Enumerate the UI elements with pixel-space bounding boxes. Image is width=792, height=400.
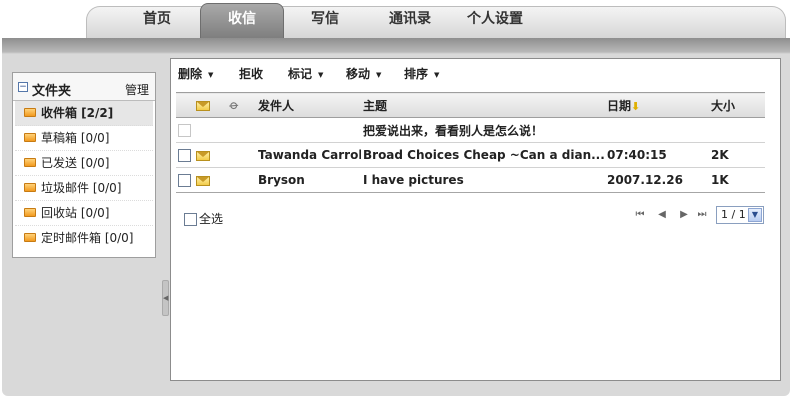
tab-inbox[interactable]: 收信 — [200, 3, 284, 40]
delete-label: 删除 — [178, 67, 203, 81]
row-subject[interactable]: 把爱说出来，看看别人是怎么说！ — [361, 117, 605, 143]
row-attachment-cell — [228, 142, 256, 168]
sort-button[interactable]: 排序 ▼ — [404, 65, 439, 82]
header-attachment-cell[interactable]: ⌀ — [226, 92, 256, 118]
table-row[interactable]: 把爱说出来，看看别人是怎么说！ — [176, 117, 765, 143]
folder-icon — [24, 183, 36, 192]
header-checkbox-cell — [176, 92, 194, 118]
tab-home[interactable]: 首页 — [118, 6, 196, 38]
folder-label: 定时邮件箱 [0/0] — [41, 231, 134, 245]
mark-button[interactable]: 标记 ▼ — [288, 65, 323, 82]
folder-inbox[interactable]: 收件箱 [2/2] — [15, 101, 153, 126]
move-label: 移动 — [346, 67, 371, 81]
prev-page-icon[interactable]: ◀ — [656, 209, 668, 221]
mark-label: 标记 — [288, 67, 313, 81]
row-read-cell — [194, 117, 228, 143]
row-subject[interactable]: Broad Choices Cheap ~Can a dian...... — [361, 142, 605, 168]
table-row[interactable]: Bryson I have pictures 2007.12.26 1K — [176, 167, 765, 193]
top-nav: 首页 收信 写信 通讯录 个人设置 — [0, 0, 792, 40]
folder-trash[interactable]: 回收站 [0/0] — [15, 201, 153, 226]
move-button[interactable]: 移动 ▼ — [346, 65, 381, 82]
folder-icon — [24, 233, 36, 242]
row-checkbox[interactable] — [178, 149, 191, 162]
row-date: 07:40:15 — [605, 142, 709, 168]
header-date[interactable]: 日期⬇ — [605, 92, 709, 118]
tab-compose[interactable]: 写信 — [290, 6, 360, 38]
folder-scheduled[interactable]: 定时邮件箱 [0/0] — [15, 226, 153, 251]
chevron-down-icon[interactable]: ▼ — [748, 208, 762, 222]
minus-box-icon[interactable]: − — [18, 82, 28, 92]
sort-label: 排序 — [404, 67, 429, 81]
select-all-control[interactable]: 全选 — [184, 210, 223, 227]
row-checkbox-cell — [176, 142, 194, 168]
pagination: ⏮ ◀ ▶ ⏭ 1 / 1 ▼ — [634, 206, 764, 224]
row-date — [605, 117, 709, 143]
row-size — [709, 117, 765, 143]
row-sender: Bryson — [256, 167, 361, 193]
mail-table: ⌀ 发件人 主题 日期⬇ 大小 把爱说出来，看看别人是怎么说！ Tawanda … — [176, 92, 765, 193]
folder-label: 草稿箱 [0/0] — [41, 131, 110, 145]
mail-list-panel: 删除 ▼ 拒收 标记 ▼ 移动 ▼ 排序 ▼ ⌀ 发件人 主题 日期⬇ 大小 把… — [170, 58, 781, 381]
header-read-cell[interactable] — [194, 92, 228, 118]
folder-label: 回收站 [0/0] — [41, 206, 110, 220]
chevron-down-icon: ▼ — [318, 70, 324, 79]
first-page-icon[interactable]: ⏮ — [634, 209, 646, 221]
folder-drafts[interactable]: 草稿箱 [0/0] — [15, 126, 153, 151]
folder-label: 已发送 [0/0] — [41, 156, 110, 170]
select-all-label: 全选 — [199, 212, 224, 226]
folder-icon — [24, 133, 36, 142]
table-row[interactable]: Tawanda Carroll Broad Choices Cheap ~Can… — [176, 142, 765, 168]
page-select-value: 1 / 1 — [721, 208, 746, 221]
next-page-icon[interactable]: ▶ — [678, 209, 690, 221]
row-sender: Tawanda Carroll — [256, 142, 361, 168]
row-sender — [256, 117, 361, 143]
row-subject[interactable]: I have pictures — [361, 167, 605, 193]
select-all-checkbox[interactable] — [184, 213, 197, 226]
chevron-left-icon: ◀ — [163, 294, 169, 302]
header-size[interactable]: 大小 — [709, 92, 765, 118]
reject-button[interactable]: 拒收 — [239, 65, 263, 82]
folder-label: 收件箱 [2/2] — [41, 106, 114, 120]
row-size: 2K — [709, 142, 765, 168]
chevron-down-icon: ▼ — [434, 70, 440, 79]
folder-panel: − 文件夹 管理 收件箱 [2/2] 草稿箱 [0/0] 已发送 [0/0] 垃… — [12, 72, 156, 258]
row-checkbox-cell — [176, 117, 194, 143]
page-select[interactable]: 1 / 1 ▼ — [716, 206, 764, 224]
tab-settings[interactable]: 个人设置 — [456, 6, 534, 38]
folder-panel-title: 文件夹 — [32, 84, 72, 99]
row-size: 1K — [709, 167, 765, 193]
mail-table-header: ⌀ 发件人 主题 日期⬇ 大小 — [176, 92, 765, 118]
paperclip-icon: ⌀ — [226, 96, 242, 114]
panel-collapse-handle[interactable]: ◀ — [162, 280, 169, 316]
row-checkbox[interactable] — [178, 124, 191, 137]
row-read-cell — [194, 167, 228, 193]
folder-icon — [24, 208, 36, 217]
folder-label: 垃圾邮件 [0/0] — [41, 181, 122, 195]
envelope-icon — [196, 150, 210, 161]
header-sender[interactable]: 发件人 — [256, 92, 361, 118]
envelope-icon — [196, 100, 210, 111]
header-date-label: 日期 — [607, 98, 632, 113]
tab-contacts[interactable]: 通讯录 — [370, 6, 450, 38]
row-read-cell — [194, 142, 228, 168]
last-page-icon[interactable]: ⏭ — [696, 209, 708, 221]
manage-folders-link[interactable]: 管理 — [125, 81, 149, 98]
row-checkbox[interactable] — [178, 174, 191, 187]
envelope-icon — [196, 175, 210, 186]
folder-panel-header: − 文件夹 管理 — [13, 73, 155, 101]
row-checkbox-cell — [176, 167, 194, 193]
chevron-down-icon: ▼ — [208, 70, 214, 79]
sort-down-arrow-icon: ⬇ — [631, 99, 641, 113]
folder-spam[interactable]: 垃圾邮件 [0/0] — [15, 176, 153, 201]
folder-icon — [24, 108, 36, 117]
row-attachment-cell — [228, 117, 256, 143]
row-attachment-cell — [228, 167, 256, 193]
folder-icon — [24, 158, 36, 167]
row-date: 2007.12.26 — [605, 167, 709, 193]
header-subject[interactable]: 主题 — [361, 92, 605, 118]
delete-button[interactable]: 删除 ▼ — [178, 65, 213, 82]
chevron-down-icon: ▼ — [376, 70, 382, 79]
folder-sent[interactable]: 已发送 [0/0] — [15, 151, 153, 176]
